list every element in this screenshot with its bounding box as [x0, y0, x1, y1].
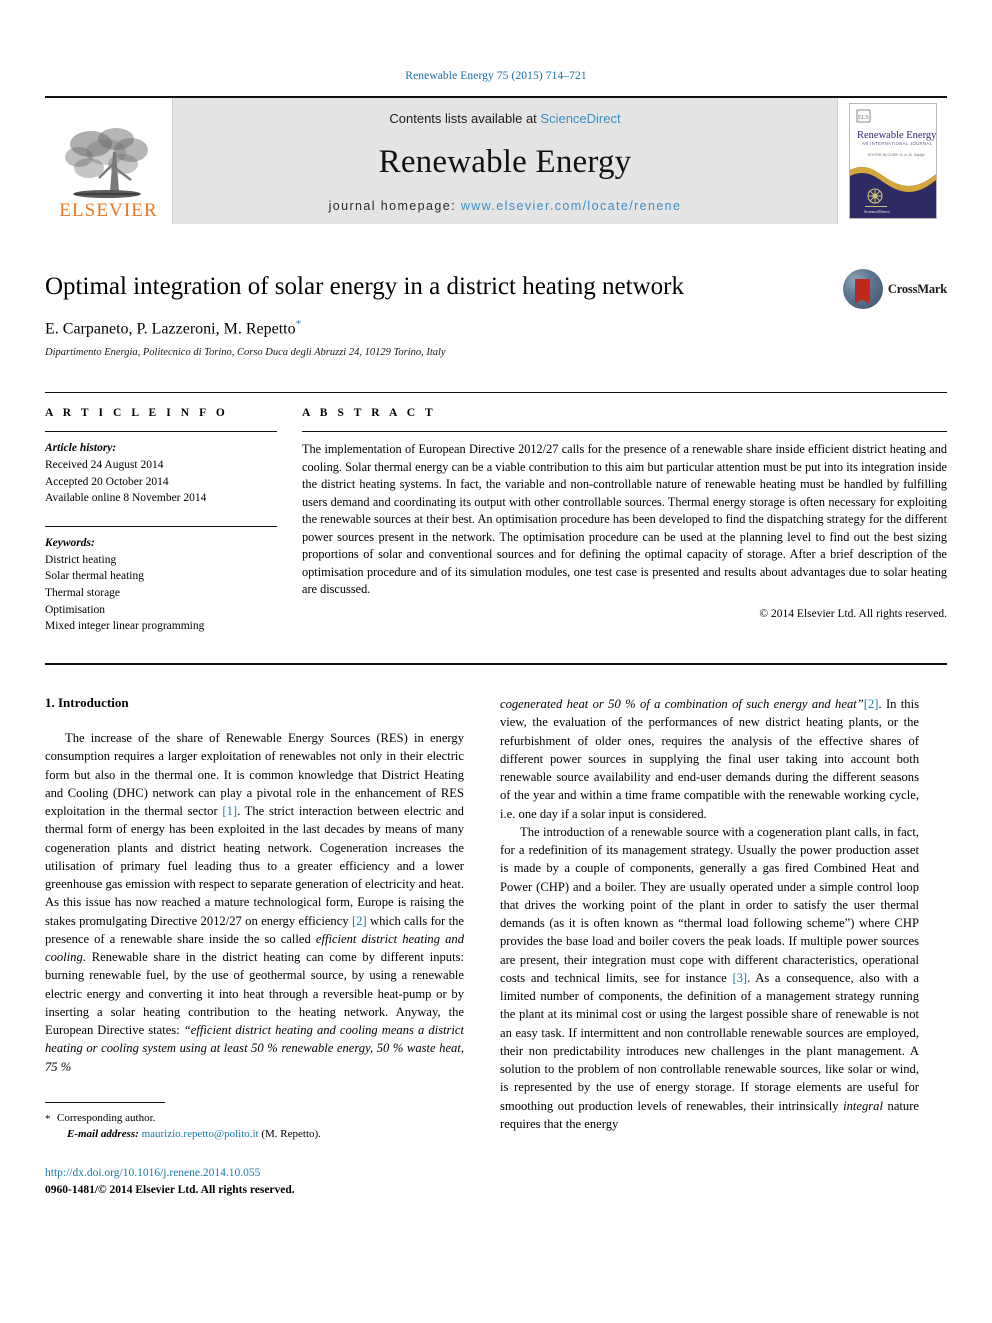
- crossmark-circle-icon: [843, 269, 883, 309]
- homepage-prefix: journal homepage:: [328, 199, 461, 213]
- history-available-online: Available online 8 November 2014: [45, 492, 207, 505]
- page-title: Optimal integration of solar energy in a…: [45, 273, 684, 300]
- body-column-left: 1. Introduction The increase of the shar…: [45, 695, 464, 1199]
- footnote-email-link[interactable]: maurizio.repetto@polito.it: [142, 1128, 259, 1140]
- crossmark-book-icon: [855, 278, 871, 304]
- journal-homepage-link[interactable]: www.elsevier.com/locate/renene: [461, 199, 682, 213]
- info-divider-keywords: [45, 526, 277, 528]
- elsevier-logo: ELSEVIER: [45, 98, 173, 224]
- journal-cover-thumbnail: ELS Renewable Energy AN INTERNATIONAL JO…: [848, 103, 937, 219]
- contents-available-line: Contents lists available at ScienceDirec…: [389, 111, 620, 126]
- running-head: Renewable Energy 75 (2015) 714–721: [405, 70, 587, 82]
- crossmark-label: CrossMark: [887, 281, 947, 296]
- journal-cover-cell: ELS Renewable Energy AN INTERNATIONAL JO…: [837, 98, 947, 224]
- citation-ref-2b[interactable]: [2]: [864, 697, 879, 711]
- citation-ref-2[interactable]: [2]: [352, 914, 367, 928]
- info-abstract-section: A R T I C L E I N F O Article history: R…: [45, 392, 947, 635]
- contents-prefix: Contents lists available at: [389, 111, 541, 126]
- footnote-email-label: E-mail address:: [67, 1128, 139, 1141]
- journal-masthead: ELSEVIER Contents lists available at Sci…: [45, 96, 947, 224]
- author-list: E. Carpaneto, P. Lazzeroni, M. Repetto*: [45, 318, 947, 338]
- svg-text:ELS: ELS: [858, 115, 869, 121]
- corresponding-author-marker: *: [295, 318, 302, 330]
- cover-artwork: ELS Renewable Energy AN INTERNATIONAL JO…: [849, 104, 936, 218]
- keyword-item: Solar thermal heating: [45, 570, 144, 583]
- issn-copyright: 0960-1481/© 2014 Elsevier Ltd. All right…: [45, 1184, 295, 1197]
- footnote-asterisk: *: [45, 1112, 51, 1125]
- article-info-column: A R T I C L E I N F O Article history: R…: [45, 407, 277, 635]
- abstract-column: A B S T R A C T The implementation of Eu…: [302, 407, 947, 635]
- sciencedirect-link[interactable]: ScienceDirect: [540, 111, 620, 126]
- info-divider-top: [45, 431, 277, 433]
- body-column-right: cogenerated heat or 50 % of a combinatio…: [500, 695, 919, 1199]
- article-page: Renewable Energy 75 (2015) 714–721 ELSEV…: [0, 0, 992, 1323]
- directive-quote-continued: cogenerated heat or 50 % of a combinatio…: [500, 697, 864, 712]
- history-accepted: Accepted 20 October 2014: [45, 475, 169, 488]
- footnote-email-line: E-mail address: maurizio.repetto@polito.…: [45, 1126, 464, 1143]
- keyword-item: District heating: [45, 553, 117, 566]
- keywords-label: Keywords:: [45, 537, 95, 550]
- intro-paragraph-right-2: The introduction of a renewable source w…: [500, 823, 919, 1133]
- abstract-divider: [302, 431, 947, 433]
- intro-paragraph-left: The increase of the share of Renewable E…: [45, 729, 464, 1076]
- intro-paragraph-right-1: cogenerated heat or 50 % of a combinatio…: [500, 695, 919, 823]
- citation-ref-3[interactable]: [3]: [732, 971, 747, 985]
- keyword-item: Optimisation: [45, 603, 106, 616]
- keyword-item: Mixed integer linear programming: [45, 620, 205, 633]
- abstract-heading: A B S T R A C T: [302, 407, 437, 420]
- abstract-text: The implementation of European Directive…: [302, 442, 947, 596]
- svg-text:AN INTERNATIONAL JOURNAL: AN INTERNATIONAL JOURNAL: [862, 141, 933, 146]
- footnote-corresponding-author: * Corresponding author.: [45, 1110, 464, 1127]
- article-info-heading: A R T I C L E I N F O: [45, 407, 229, 420]
- intro-text-b: . The strict interaction between electri…: [45, 804, 464, 928]
- footnote-email-suffix: (M. Repetto).: [261, 1128, 321, 1141]
- title-block: Optimal integration of solar energy in a…: [45, 269, 947, 359]
- abstract-copyright: © 2014 Elsevier Ltd. All rights reserved…: [759, 608, 947, 621]
- masthead-center: Contents lists available at ScienceDirec…: [173, 98, 837, 224]
- affiliation: Dipartimento Energia, Politecnico di Tor…: [45, 347, 446, 359]
- right-text-b: The introduction of a renewable source w…: [500, 824, 919, 985]
- right-emphasis-integral: integral: [843, 1098, 883, 1113]
- footnote-rule: [45, 1101, 165, 1103]
- history-received: Received 24 August 2014: [45, 459, 164, 471]
- page-footer: http://dx.doi.org/10.1016/j.renene.2014.…: [45, 1165, 464, 1200]
- crossmark-badge[interactable]: CrossMark: [843, 266, 947, 312]
- article-body: 1. Introduction The increase of the shar…: [45, 663, 947, 1199]
- elsevier-wordmark: ELSEVIER: [59, 200, 158, 221]
- right-text-c: . As a consequence, also with a limited …: [500, 970, 919, 1113]
- article-history-label: Article history:: [45, 442, 117, 455]
- footnote-corresponding-text: Corresponding author.: [57, 1111, 156, 1124]
- footnote-block: * Corresponding author. E-mail address: m…: [45, 1101, 464, 1143]
- svg-text:Renewable Energy: Renewable Energy: [857, 130, 936, 141]
- elsevier-tree-icon: [64, 128, 148, 198]
- svg-text:EDITOR-IN-CHIEF: A. A. M. Sayi: EDITOR-IN-CHIEF: A. A. M. Sayigh: [868, 153, 925, 157]
- doi-link[interactable]: http://dx.doi.org/10.1016/j.renene.2014.…: [45, 1165, 464, 1182]
- section-heading-introduction: 1. Introduction: [45, 695, 129, 711]
- author-names: E. Carpaneto, P. Lazzeroni, M. Repetto: [45, 320, 296, 338]
- keyword-item: Thermal storage: [45, 587, 121, 600]
- right-text-a: . In this view, the evaluation of the pe…: [500, 697, 919, 821]
- svg-text:ScienceDirect: ScienceDirect: [864, 209, 890, 214]
- citation-ref-1[interactable]: [1]: [222, 804, 237, 818]
- journal-title: Renewable Energy: [378, 144, 632, 180]
- journal-homepage-line: journal homepage: www.elsevier.com/locat…: [329, 199, 682, 213]
